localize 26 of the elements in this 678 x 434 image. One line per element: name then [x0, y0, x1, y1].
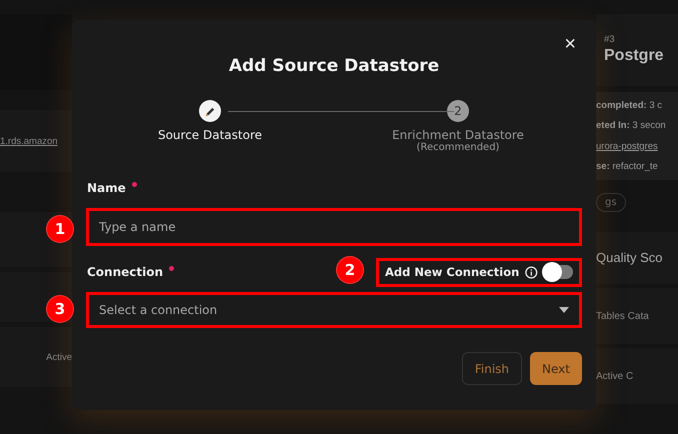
- detail-text: se: refactor_te: [596, 160, 659, 173]
- detail-text: completed: 3 c: [596, 99, 663, 112]
- detail-text: eted In: 3 secon: [596, 119, 667, 132]
- toggle-switch[interactable]: [544, 265, 573, 280]
- field-label: Name: [87, 181, 137, 196]
- dialog-title: Add Source Datastore: [228, 56, 440, 76]
- annotation-badge: 2: [336, 256, 364, 284]
- next-button[interactable]: Next: [530, 352, 582, 386]
- metric-label: Quality Sco: [596, 250, 664, 266]
- field-label: Connection: [87, 265, 174, 280]
- step-label: Enrichment Datastore (Recommended): [392, 128, 524, 154]
- metric-label: Tables Cata: [596, 310, 650, 322]
- pencil-icon: [204, 106, 216, 116]
- tag-chip[interactable]: gs: [596, 192, 626, 212]
- caret-icon: [559, 307, 569, 314]
- datastore-title: Postgre: [604, 46, 665, 66]
- step-label: Source Datastore: [158, 128, 262, 142]
- datastore-number: #3: [604, 33, 616, 46]
- info-icon: [525, 266, 538, 279]
- detail-text[interactable]: urora-postgres: [596, 140, 678, 153]
- finish-button[interactable]: Finish: [462, 352, 522, 386]
- step-number: 2: [447, 100, 469, 122]
- close-button[interactable]: ×: [558, 32, 582, 57]
- metric-label: Active: [45, 350, 72, 364]
- toggle-label: Add New Connection: [385, 265, 520, 280]
- metric-label: Active C: [596, 370, 634, 382]
